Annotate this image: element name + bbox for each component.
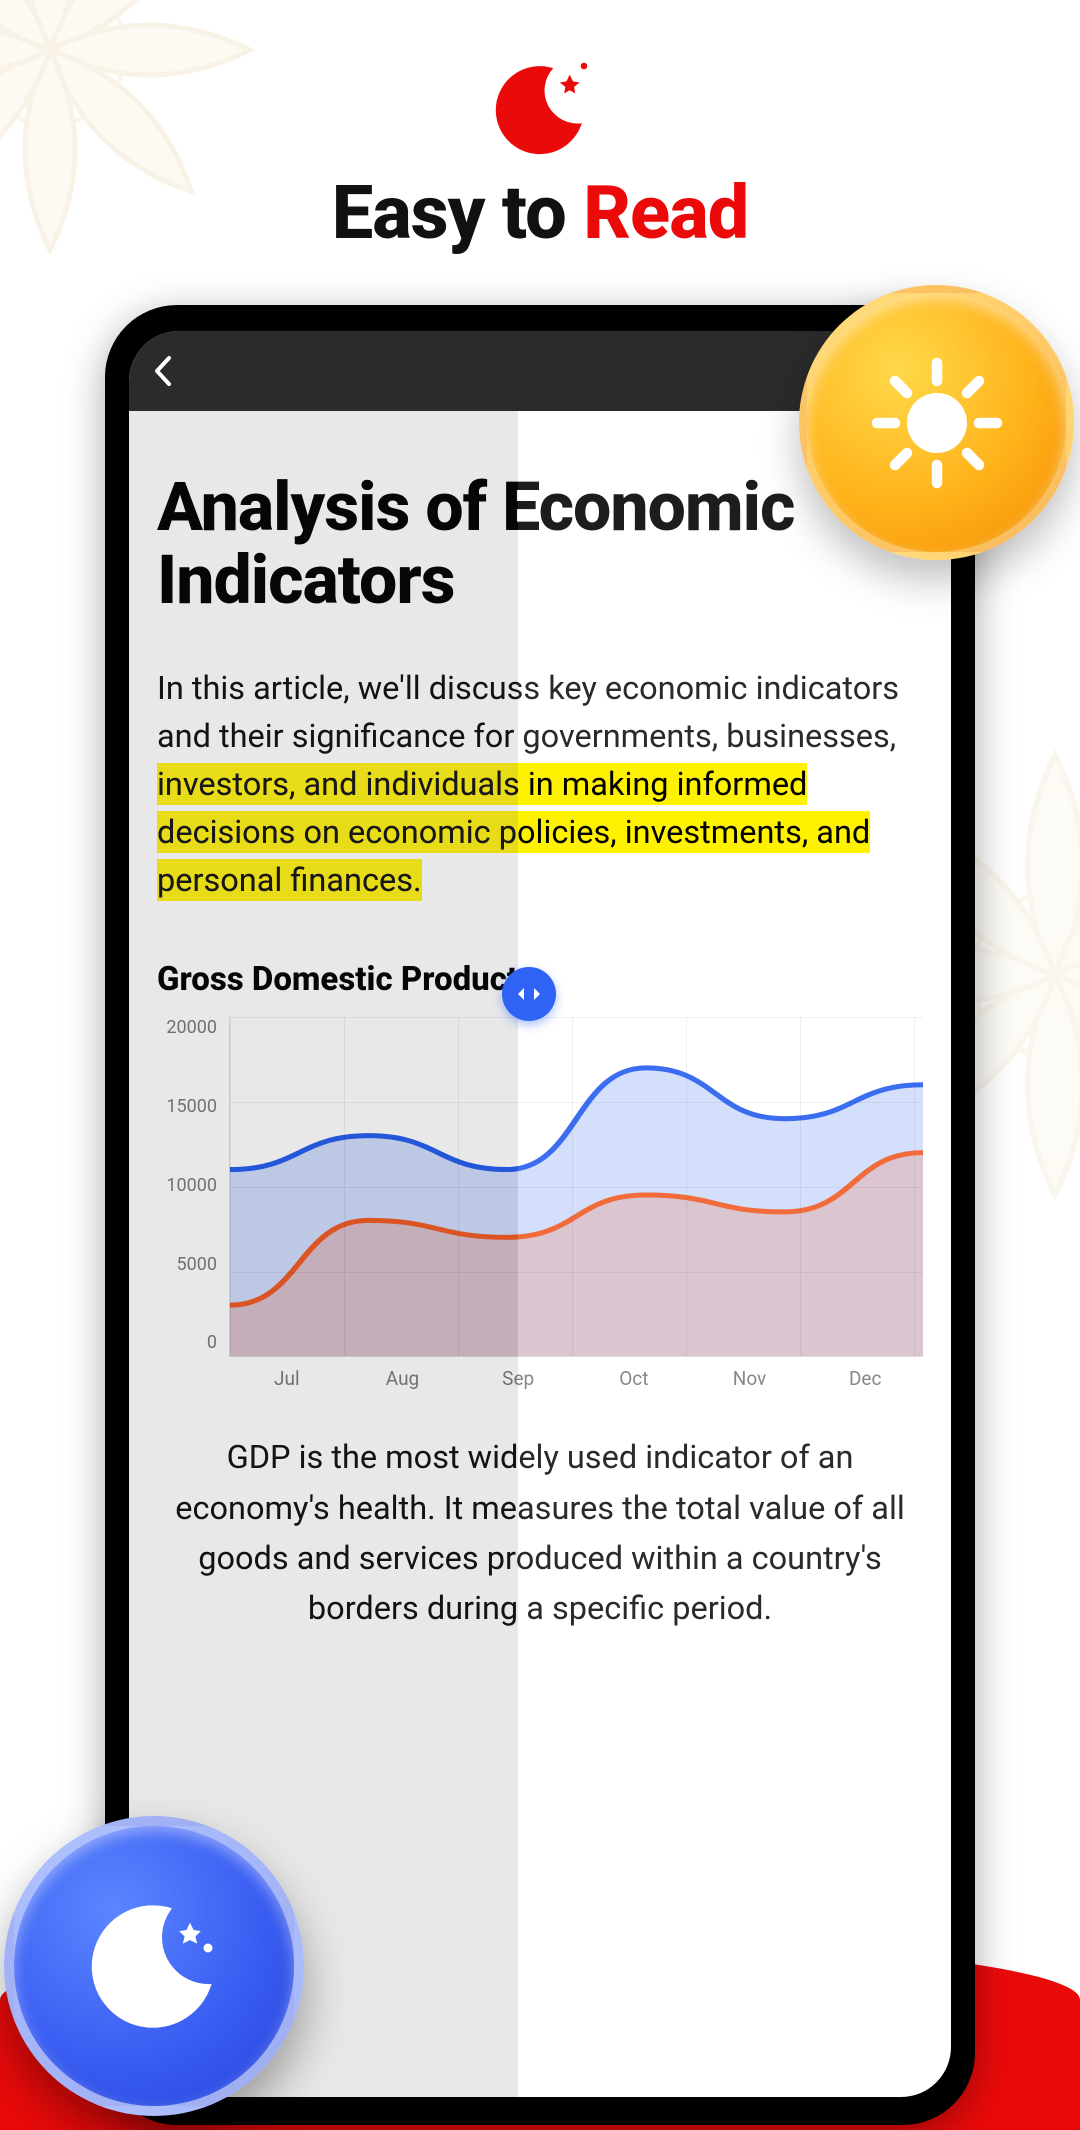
x-tick: Jul [229, 1367, 345, 1390]
moon-icon [64, 1876, 244, 2056]
x-tick: Dec [807, 1367, 923, 1390]
chevron-left-icon [151, 354, 173, 388]
sun-icon [862, 348, 1012, 498]
promo-headline: Easy to Read [0, 170, 1080, 257]
article-content: Analysis of Economic Indicators In this … [129, 411, 951, 2097]
x-tick: Oct [576, 1367, 692, 1390]
x-tick: Sep [460, 1367, 576, 1390]
back-button[interactable] [151, 354, 173, 388]
y-tick: 0 [157, 1332, 217, 1353]
intro-highlight: investors, and individuals in making inf… [157, 763, 870, 901]
y-tick: 5000 [157, 1254, 217, 1275]
light-mode-coin [799, 285, 1074, 560]
y-tick: 15000 [157, 1096, 217, 1117]
article-title: Analysis of Economic Indicators [157, 471, 923, 618]
app-logo-moon-icon [485, 55, 595, 165]
phone-screen: Analysis of Economic Indicators In this … [129, 331, 951, 2097]
arrows-horizontal-icon [515, 985, 543, 1003]
x-tick: Aug [345, 1367, 461, 1390]
dark-mode-coin [4, 1816, 304, 2116]
y-tick: 10000 [157, 1175, 217, 1196]
article-intro: In this article, we'll discuss key econo… [157, 664, 923, 904]
headline-part2: Read [583, 170, 748, 257]
x-tick: Nov [692, 1367, 808, 1390]
headline-part1: Easy to [332, 170, 584, 257]
chart-grid [230, 1017, 923, 1356]
intro-plain: In this article, we'll discuss key econo… [157, 669, 899, 755]
section-body-gdp: GDP is the most widely used indicator of… [157, 1432, 923, 1634]
chart-x-axis: JulAugSepOctNovDec [229, 1357, 923, 1390]
chart-plot-area [229, 1017, 923, 1357]
chart-y-axis: 20000 15000 10000 5000 0 [157, 1017, 217, 1357]
theme-split-handle[interactable] [502, 967, 556, 1021]
y-tick: 20000 [157, 1017, 217, 1038]
gdp-chart: 20000 15000 10000 5000 0 [157, 1017, 923, 1357]
